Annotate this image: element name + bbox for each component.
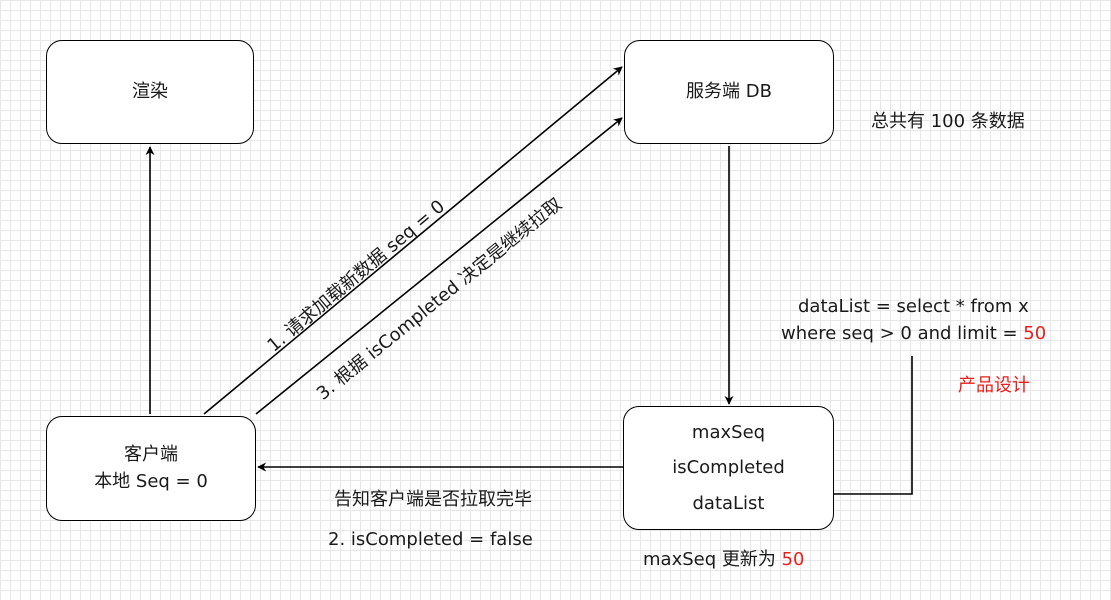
query-line-2: where seq > 0 and limit = 50 bbox=[781, 323, 1046, 344]
product-design-note: 产品设计 bbox=[958, 375, 1030, 396]
client-label: 客户端 bbox=[124, 444, 178, 466]
arrow-decide-to-server bbox=[255, 117, 623, 415]
query-line-1: dataList = select * from x bbox=[798, 296, 1029, 317]
result-iscompleted: isCompleted bbox=[672, 457, 785, 479]
maxseq-update-value: 50 bbox=[781, 549, 805, 570]
total-count-note: 总共有 100 条数据 bbox=[871, 111, 1025, 132]
maxseq-update-text: maxSeq 更新为 bbox=[643, 549, 782, 570]
client-local-seq: 本地 Seq = 0 bbox=[94, 470, 208, 492]
maxseq-update-note: maxSeq 更新为 50 bbox=[643, 545, 805, 571]
result-datalist: dataList bbox=[692, 492, 765, 514]
render-node: 渲染 bbox=[46, 40, 254, 144]
result-node: maxSeq isCompleted dataList bbox=[623, 406, 834, 530]
result-maxseq: maxSeq bbox=[691, 422, 766, 444]
server-db-label: 服务端 DB bbox=[686, 80, 772, 102]
notify-edge-label: 告知客户端是否拉取完毕 bbox=[334, 489, 532, 510]
render-label: 渲染 bbox=[132, 80, 168, 102]
query-limit-value: 50 bbox=[1023, 323, 1047, 344]
client-node: 客户端 本地 Seq = 0 bbox=[46, 416, 256, 521]
server-db-node: 服务端 DB bbox=[624, 40, 834, 144]
query-line-2-text: where seq > 0 and limit = bbox=[781, 323, 1024, 344]
completed-false-label: 2. isCompleted = false bbox=[328, 529, 533, 550]
